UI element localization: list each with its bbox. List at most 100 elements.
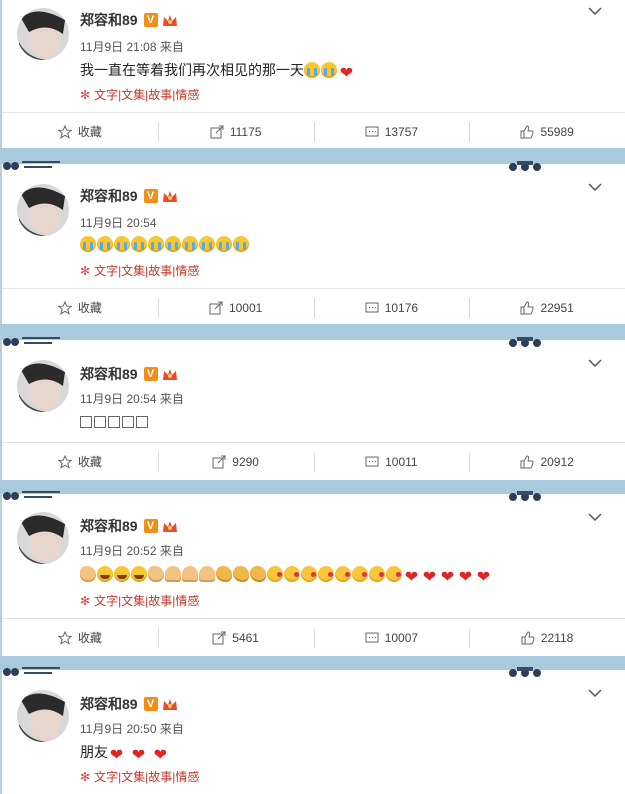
crying-emoji-icon <box>131 236 147 252</box>
post-from: 来自 <box>159 392 184 406</box>
chevron-down-icon[interactable] <box>587 358 603 370</box>
author-name[interactable]: 郑容和89 <box>80 10 138 30</box>
missing-glyph-icon <box>108 416 120 428</box>
heart-emoji-icon: ❤ <box>153 747 167 764</box>
star-icon <box>57 124 72 139</box>
comment-button[interactable]: 13757 <box>313 113 470 150</box>
chevron-down-icon[interactable] <box>587 512 603 524</box>
comment-count: 10176 <box>384 300 419 315</box>
decoration-icon <box>3 491 60 500</box>
crown-icon <box>162 521 177 532</box>
comment-icon <box>365 302 379 312</box>
source-tag[interactable]: ✻ 文字|文集|故事|情感 <box>80 86 199 103</box>
like-count: 22118 <box>540 630 574 645</box>
action-bar: 收藏 9290 10011 20912 <box>2 442 625 480</box>
avatar[interactable] <box>17 690 69 742</box>
chevron-down-icon[interactable] <box>587 182 603 194</box>
author-name[interactable]: 郑容和89 <box>80 364 138 384</box>
like-count: 22951 <box>540 300 574 315</box>
kiss-emoji-icon <box>318 566 334 582</box>
like-button[interactable]: 22951 <box>469 289 625 326</box>
kiss-emoji-icon <box>335 566 351 582</box>
flower-icon: ✻ <box>80 263 91 278</box>
avatar[interactable] <box>17 360 69 412</box>
kiss-emoji-icon <box>369 566 385 582</box>
weibo-post: 郑容和89 V 11月9日 20:50 来自 朋友 ❤ ❤ ❤ ✻ 文字|文集|故… <box>0 667 625 794</box>
author-name[interactable]: 郑容和89 <box>80 516 138 536</box>
crying-emoji-icon <box>97 236 113 252</box>
flower-icon: ✻ <box>80 87 91 102</box>
post-time[interactable]: 11月9日 20:54 <box>80 392 157 406</box>
crying-emoji-icon <box>148 236 164 252</box>
share-icon <box>212 455 226 468</box>
repost-button[interactable]: 11175 <box>157 113 314 150</box>
favorite-button[interactable]: 收藏 <box>2 113 158 150</box>
source-label[interactable]: 文字|文集|故事|情感 <box>94 86 199 103</box>
laughing-emoji-icon <box>131 566 147 582</box>
comment-count: 13757 <box>384 124 419 139</box>
missing-glyph-icon <box>94 416 106 428</box>
favorite-button[interactable]: 收藏 <box>2 289 158 326</box>
weibo-post: 郑容和89 V 11月9日 20:52 来自 ❤ ❤ ❤ ❤ ❤ ✻ 文字|文集|故事|… <box>0 491 625 656</box>
post-meta: 11月9日 20:54 <box>80 214 157 231</box>
chevron-down-icon[interactable] <box>587 6 603 18</box>
post-meta: 11月9日 20:50 来自 <box>80 720 184 737</box>
chevron-down-icon[interactable] <box>587 688 603 700</box>
post-content: ❤ ❤ ❤ ❤ ❤ <box>80 566 493 586</box>
repost-count: 9290 <box>232 454 259 469</box>
fist-bump-emoji-icon <box>148 566 164 582</box>
comment-button[interactable]: 10007 <box>313 619 470 656</box>
source-tag[interactable]: ✻ 文字|文集|故事|情感 <box>80 592 199 609</box>
like-button[interactable]: 55989 <box>469 113 625 150</box>
comment-count: 10011 <box>385 454 418 469</box>
source-label[interactable]: 文字|文集|故事|情感 <box>94 592 199 609</box>
crown-icon <box>162 699 177 710</box>
author-name[interactable]: 郑容和89 <box>80 694 138 714</box>
avatar[interactable] <box>17 184 69 236</box>
decoration-icon <box>509 491 541 501</box>
verified-badge: V <box>143 13 158 27</box>
like-button[interactable]: 20912 <box>469 443 625 480</box>
like-count: 55989 <box>540 124 574 139</box>
avatar[interactable] <box>17 8 69 60</box>
repost-button[interactable]: 5461 <box>157 619 314 656</box>
post-time[interactable]: 11月9日 20:52 <box>80 544 157 558</box>
star-icon <box>57 454 72 469</box>
laughing-emoji-icon <box>114 566 130 582</box>
share-icon <box>209 301 223 314</box>
post-content: 朋友 ❤ ❤ ❤ <box>80 742 170 764</box>
source-label[interactable]: 文字|文集|故事|情感 <box>94 768 199 785</box>
clap-emoji-icon <box>250 566 266 582</box>
source-tag[interactable]: ✻ 文字|文集|故事|情感 <box>80 768 199 785</box>
repost-button[interactable]: 10001 <box>157 289 314 326</box>
post-time[interactable]: 11月9日 20:50 <box>80 722 157 736</box>
heart-emoji-icon: ❤ <box>458 569 473 586</box>
thumbs-up-icon <box>520 454 534 468</box>
source-label[interactable]: 文字|文集|故事|情感 <box>94 262 199 279</box>
verified-badge: V <box>143 697 158 711</box>
favorite-label: 收藏 <box>77 301 102 315</box>
crying-emoji-icon <box>165 236 181 252</box>
action-bar: 收藏 10001 10176 22951 <box>2 288 625 326</box>
pray-emoji-icon <box>182 566 198 582</box>
author-name[interactable]: 郑容和89 <box>80 186 138 206</box>
comment-button[interactable]: 10176 <box>313 289 470 326</box>
repost-count: 5461 <box>232 630 259 645</box>
post-from: 来自 <box>159 40 184 54</box>
favorite-button[interactable]: 收藏 <box>2 443 158 480</box>
heart-emoji-icon: ❤ <box>440 569 455 586</box>
repost-button[interactable]: 9290 <box>157 443 314 480</box>
post-time[interactable]: 11月9日 20:54 <box>80 216 157 230</box>
avatar[interactable] <box>17 512 69 564</box>
source-tag[interactable]: ✻ 文字|文集|故事|情感 <box>80 262 199 279</box>
decoration-icon <box>3 161 60 170</box>
thumbs-up-icon <box>521 630 535 644</box>
post-time[interactable]: 11月9日 21:08 <box>80 40 157 54</box>
heart-emoji-icon: ❤ <box>422 569 437 586</box>
post-from: 来自 <box>159 544 184 558</box>
missing-glyph-icon <box>80 416 92 428</box>
weibo-post: 郑容和89 V 11月9日 20:54 ✻ 文字|文集|故事|情感 收藏 100… <box>0 161 625 326</box>
comment-button[interactable]: 10011 <box>313 443 470 480</box>
favorite-button[interactable]: 收藏 <box>2 619 158 656</box>
like-button[interactable]: 22118 <box>469 619 625 656</box>
